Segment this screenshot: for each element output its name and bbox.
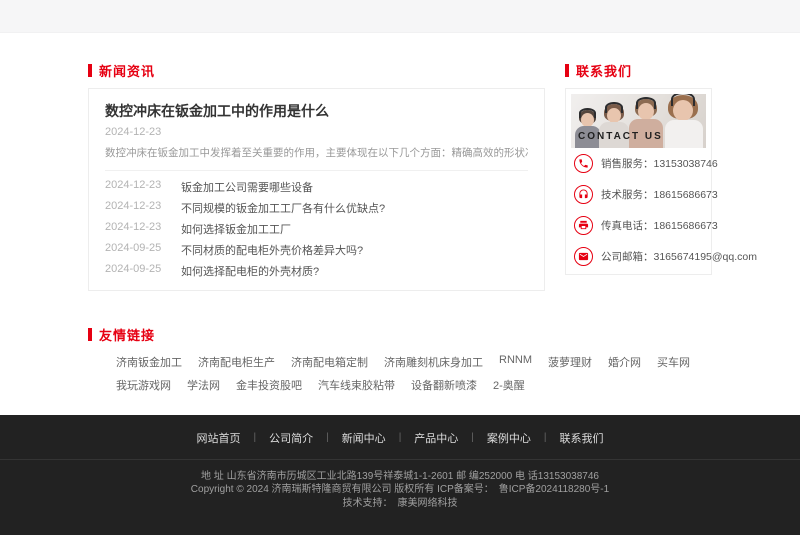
friendly-link[interactable]: 济南配电柜生产	[198, 354, 275, 370]
news-list-item[interactable]: 2024-09-25 不同材质的配电柜外壳价格差异大吗?	[105, 240, 528, 261]
news-box: 数控冲床在钣金加工中的作用是什么 2024-12-23 数控冲床在钣金加工中发挥…	[88, 88, 545, 291]
news-item-title: 钣金加工公司需要哪些设备	[181, 179, 313, 195]
featured-article-date: 2024-12-23	[105, 126, 528, 138]
contact-team-photo: CONTACT US	[571, 94, 706, 148]
friendly-link[interactable]: RNNM	[499, 354, 532, 370]
news-list-item[interactable]: 2024-09-25 如何选择配电柜的外壳材质?	[105, 261, 528, 282]
footer-nav-news[interactable]: 新闻中心	[342, 430, 386, 446]
contact-section-title: 联系我们	[576, 61, 632, 80]
support-agent-figure	[663, 95, 705, 148]
links-section-header: 友情链接	[88, 325, 712, 344]
news-section-header: 新闻资讯	[88, 61, 545, 80]
divider	[105, 170, 528, 171]
footer-copyright-line: Copyright © 2024 济南瑞斯特隆商贸有限公司 版权所有 ICP备案…	[0, 483, 800, 497]
friendly-link[interactable]: 我玩游戏网	[116, 377, 171, 393]
friendly-link[interactable]: 菠萝理财	[548, 354, 592, 370]
phone-icon	[574, 154, 593, 173]
friendly-link[interactable]: 学法网	[187, 377, 220, 393]
news-item-date: 2024-09-25	[105, 263, 167, 279]
friendly-link[interactable]: 买车网	[657, 354, 690, 370]
news-item-date: 2024-12-23	[105, 200, 167, 216]
friendly-link[interactable]: 2-奥醒	[493, 377, 525, 393]
footer-nav-products[interactable]: 产品中心	[414, 430, 458, 446]
footer-nav-contact[interactable]: 联系我们	[560, 430, 604, 446]
links-section-title: 友情链接	[99, 325, 155, 344]
news-item-title: 不同材质的配电柜外壳价格差异大吗?	[181, 242, 363, 258]
news-list-item[interactable]: 2024-12-23 如何选择钣金加工工厂	[105, 218, 528, 239]
news-item-title: 如何选择配电柜的外壳材质?	[181, 263, 319, 279]
contact-row-tech: 技术服务：18615686673	[571, 179, 706, 210]
footer-address-line: 地 址 山东省济南市历城区工业北路139号祥泰城1-1-2601 邮 编2520…	[0, 470, 800, 484]
news-section: 新闻资讯 数控冲床在钣金加工中的作用是什么 2024-12-23 数控冲床在钣金…	[88, 33, 545, 291]
support-agent-figure	[575, 110, 601, 148]
contact-label: 技术服务：	[601, 189, 654, 201]
contact-value: 3165674195@qq.com	[654, 251, 758, 263]
red-bar-icon	[88, 328, 92, 341]
nav-separator: |	[326, 432, 329, 443]
news-item-date: 2024-12-23	[105, 179, 167, 195]
footer-info: 地 址 山东省济南市历城区工业北路139号祥泰城1-1-2601 邮 编2520…	[0, 470, 800, 511]
nav-separator: |	[471, 432, 474, 443]
news-list-item[interactable]: 2024-12-23 不同规模的钣金加工工厂各有什么优缺点?	[105, 197, 528, 218]
contact-row-email: 公司邮箱：3165674195@qq.com	[571, 241, 706, 272]
fax-icon	[574, 216, 593, 235]
friendly-links-list: 济南钣金加工 济南配电柜生产 济南配电箱定制 济南雕刻机床身加工 RNNM 菠萝…	[88, 354, 712, 393]
featured-article-excerpt: 数控冲床在钣金加工中发挥着至关重要的作用，主要体现在以下几个方面：精确高效的形状…	[105, 145, 528, 160]
news-section-title: 新闻资讯	[99, 61, 155, 80]
footer-nav-about[interactable]: 公司简介	[269, 430, 313, 446]
contact-value: 18615686673	[654, 220, 718, 232]
featured-article-title[interactable]: 数控冲床在钣金加工中的作用是什么	[105, 101, 528, 121]
contact-row-fax: 传真电话：18615686673	[571, 210, 706, 241]
contact-box: CONTACT US 销售服务：13153038746 技术服务：1861568…	[565, 88, 712, 275]
contact-label: 销售服务：	[601, 158, 654, 170]
contact-section: 联系我们	[565, 33, 712, 275]
footer-nav-cases[interactable]: 案例中心	[487, 430, 531, 446]
top-strip	[0, 0, 800, 33]
nav-separator: |	[544, 432, 547, 443]
news-item-date: 2024-09-25	[105, 242, 167, 258]
contact-text: 传真电话：18615686673	[601, 218, 718, 233]
contact-text: 公司邮箱：3165674195@qq.com	[601, 249, 757, 264]
contact-value: 18615686673	[654, 189, 718, 201]
nav-separator: |	[399, 432, 402, 443]
contact-label: 公司邮箱：	[601, 251, 654, 263]
friendly-link[interactable]: 婚介网	[608, 354, 641, 370]
friendly-links-section: 友情链接 济南钣金加工 济南配电柜生产 济南配电箱定制 济南雕刻机床身加工 RN…	[88, 325, 712, 393]
friendly-link[interactable]: 设备翻新喷漆	[411, 377, 477, 393]
headset-icon	[574, 185, 593, 204]
contact-text: 技术服务：18615686673	[601, 187, 718, 202]
friendly-link[interactable]: 济南雕刻机床身加工	[384, 354, 483, 370]
footer-nav-home[interactable]: 网站首页	[196, 430, 240, 446]
friendly-link[interactable]: 济南配电箱定制	[291, 354, 368, 370]
news-item-title: 如何选择钣金加工工厂	[181, 221, 291, 237]
footer: 网站首页 | 公司简介 | 新闻中心 | 产品中心 | 案例中心 | 联系我们 …	[0, 415, 800, 535]
footer-nav: 网站首页 | 公司简介 | 新闻中心 | 产品中心 | 案例中心 | 联系我们	[0, 415, 800, 460]
contact-photo-caption: CONTACT US	[578, 131, 663, 142]
red-bar-icon	[565, 64, 569, 77]
nav-separator: |	[253, 432, 256, 443]
red-bar-icon	[88, 64, 92, 77]
friendly-link[interactable]: 金丰投资股吧	[236, 377, 302, 393]
friendly-link[interactable]: 济南钣金加工	[116, 354, 182, 370]
mail-icon	[574, 247, 593, 266]
contact-section-header: 联系我们	[565, 61, 712, 80]
contact-row-sales: 销售服务：13153038746	[571, 148, 706, 179]
news-item-title: 不同规模的钣金加工工厂各有什么优缺点?	[181, 200, 385, 216]
news-list-item[interactable]: 2024-12-23 钣金加工公司需要哪些设备	[105, 176, 528, 197]
contact-label: 传真电话：	[601, 220, 654, 232]
contact-text: 销售服务：13153038746	[601, 156, 718, 171]
friendly-link[interactable]: 汽车线束胶粘带	[318, 377, 395, 393]
news-item-date: 2024-12-23	[105, 221, 167, 237]
contact-value: 13153038746	[654, 158, 718, 170]
footer-support-line: 技术支持： 康美网络科技	[0, 497, 800, 511]
main-content: 新闻资讯 数控冲床在钣金加工中的作用是什么 2024-12-23 数控冲床在钣金…	[88, 33, 712, 393]
